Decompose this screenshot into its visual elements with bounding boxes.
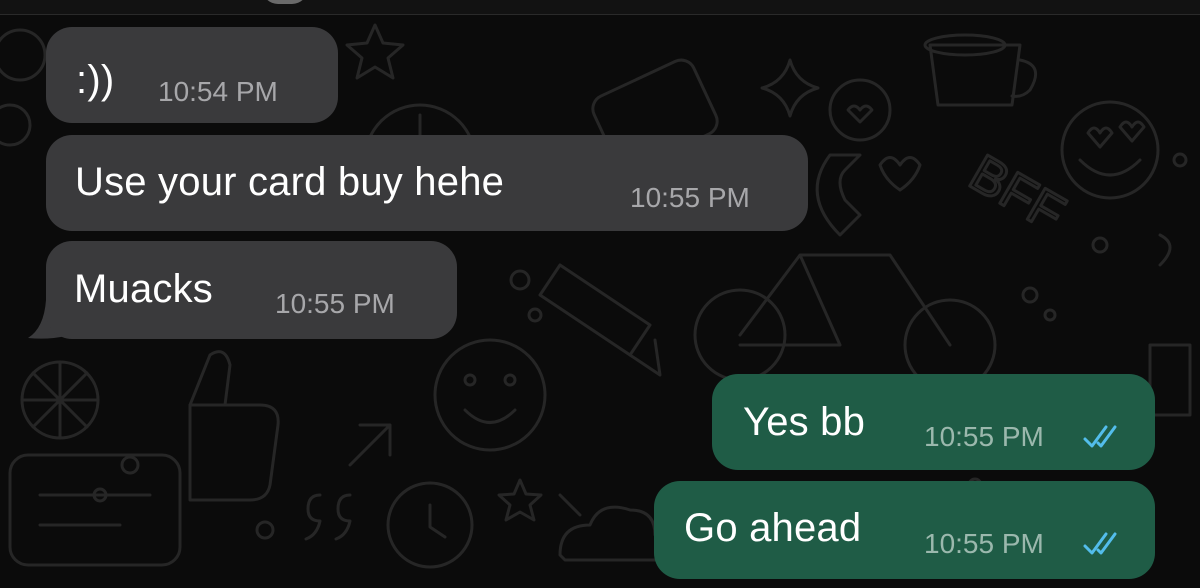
message-timestamp: 10:55 PM xyxy=(924,528,1044,559)
chat-header-edge xyxy=(0,0,1200,15)
message-text: Yes bb xyxy=(743,400,866,444)
message-bubble-incoming[interactable]: Muacks 10:55 PM xyxy=(46,241,457,339)
message-text: :)) xyxy=(76,58,115,102)
message-bubble-incoming[interactable]: Use your card buy hehe 10:55 PM xyxy=(46,135,808,231)
message-bubble-incoming[interactable]: :)) 10:54 PM xyxy=(46,27,338,123)
message-bubble-outgoing[interactable]: Yes bb 10:55 PM xyxy=(712,374,1155,470)
message-timestamp: 10:55 PM xyxy=(275,288,395,319)
double-check-icon xyxy=(1083,425,1117,448)
double-check-icon xyxy=(1083,532,1117,555)
svg-text:BFF: BFF xyxy=(960,144,1074,243)
message-text: Muacks xyxy=(74,267,214,311)
message-timestamp: 10:55 PM xyxy=(630,182,750,213)
avatar[interactable] xyxy=(262,0,308,4)
message-timestamp: 10:55 PM xyxy=(924,421,1044,452)
message-text: Go ahead xyxy=(684,506,862,550)
message-bubble-outgoing[interactable]: Go ahead 10:55 PM xyxy=(654,481,1155,579)
message-text: Use your card buy hehe xyxy=(75,160,505,204)
message-timestamp: 10:54 PM xyxy=(158,76,278,107)
